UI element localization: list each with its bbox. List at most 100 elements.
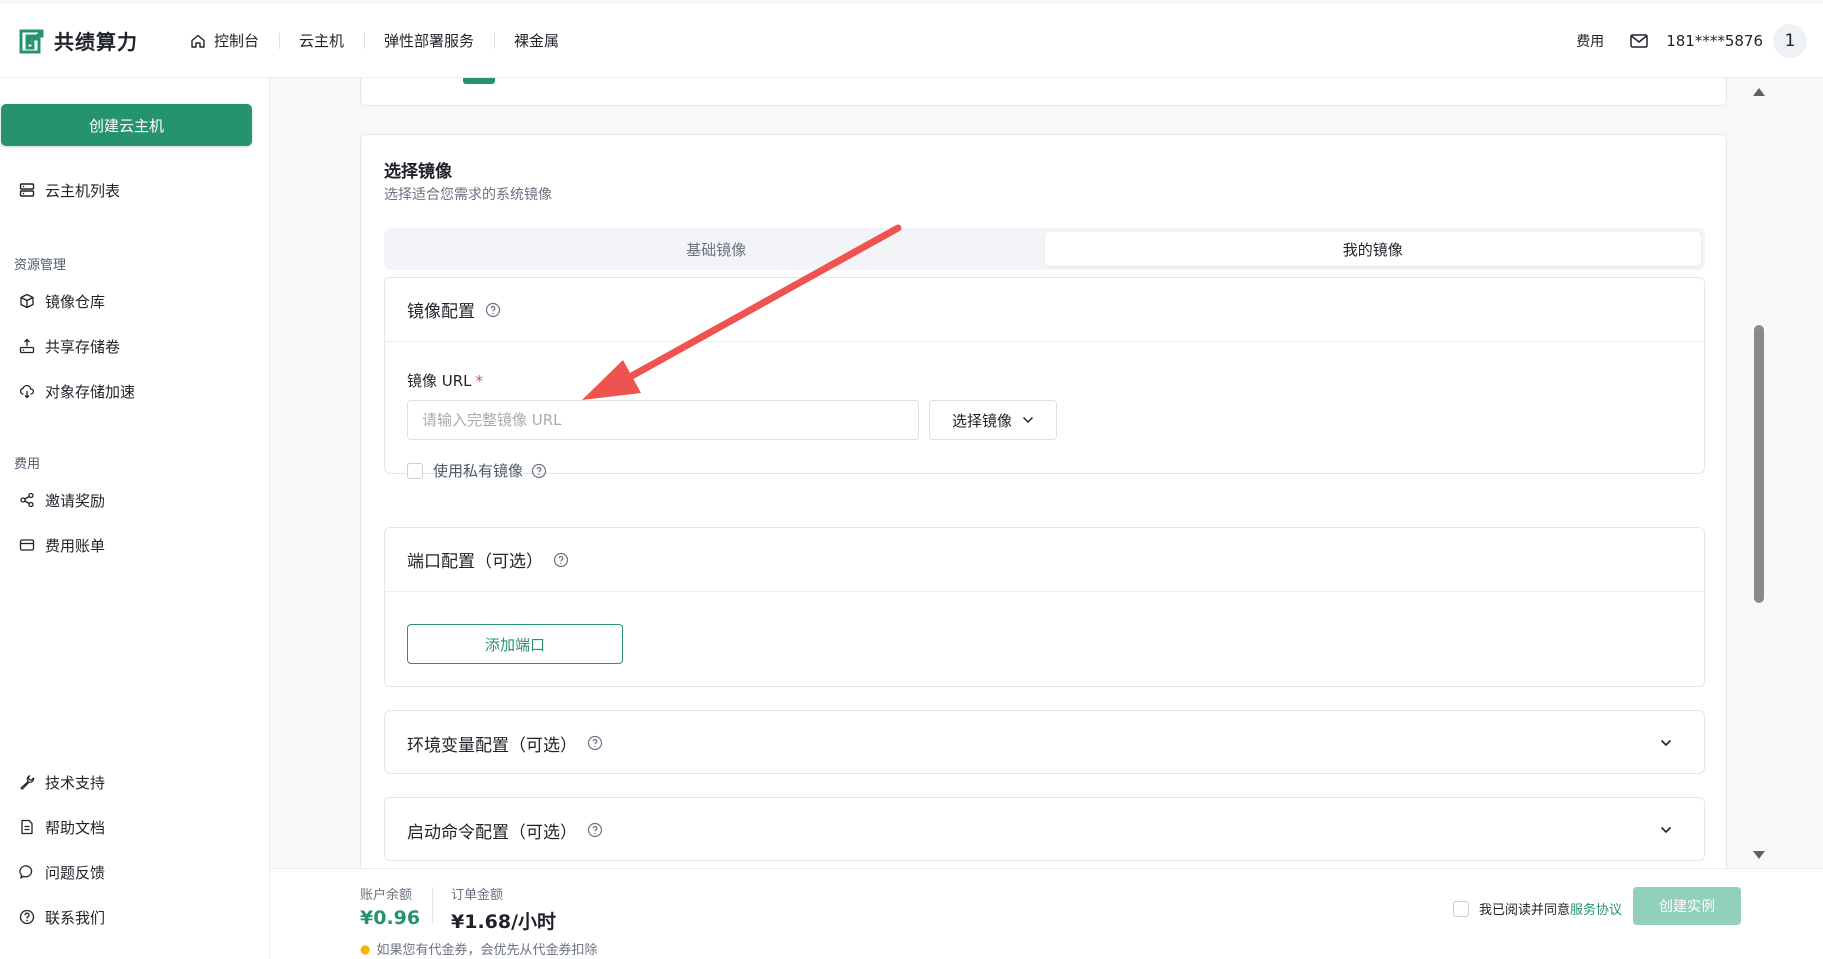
order-label: 订单金额: [451, 888, 504, 903]
summary-divider: [432, 887, 433, 923]
select-image-button[interactable]: 选择镜像: [929, 400, 1057, 440]
port-config-panel: 端口配置（可选） 添加端口: [384, 527, 1705, 687]
panel-title: 启动命令配置（可选）: [407, 822, 577, 843]
select-image-label: 选择镜像: [951, 411, 1012, 430]
create-cloud-host-button[interactable]: 创建云主机: [1, 104, 252, 146]
main-scrollbar[interactable]: [1749, 78, 1771, 868]
nav-console[interactable]: 控制台: [170, 27, 279, 55]
storage-upload-icon: [19, 338, 35, 354]
scroll-up-arrow-icon[interactable]: [1753, 88, 1765, 96]
sidebar-item-invite[interactable]: 邀请奖励: [19, 488, 105, 512]
sidebar-item-shared-storage[interactable]: 共享存储卷: [19, 334, 120, 358]
section-subtitle: 选择适合您需求的系统镜像: [384, 187, 552, 203]
scroll-down-arrow-icon[interactable]: [1753, 851, 1765, 859]
chat-bubble-icon: [19, 865, 33, 879]
voucher-tip: ● 如果您有代金券，会优先从代金券扣除: [360, 939, 598, 959]
sidebar-item-label: 帮助文档: [45, 818, 106, 837]
agreement-text[interactable]: 我已阅读并同意: [1479, 899, 1570, 918]
image-config-header: 镜像配置: [385, 278, 1704, 342]
nav-cloud-host[interactable]: 云主机: [279, 27, 364, 55]
credit-card-icon: [19, 539, 35, 551]
help-icon[interactable]: [587, 735, 603, 751]
wrench-icon: [20, 775, 35, 790]
startup-command-panel[interactable]: 启动命令配置（可选）: [384, 797, 1705, 861]
sidebar-item-vm-list[interactable]: 云主机列表: [19, 178, 120, 202]
private-image-label[interactable]: 使用私有镜像: [433, 460, 523, 481]
private-image-checkbox[interactable]: [407, 462, 423, 479]
tab-my-image[interactable]: 我的镜像: [1044, 232, 1701, 266]
sidebar: 创建云主机 云主机列表 资源管理 镜像仓库 共享存储卷 对象存储加速 费用 邀请…: [0, 78, 270, 959]
balance-value: ¥0.96: [360, 907, 421, 929]
previous-section-indicator: [463, 78, 495, 84]
tab-base-image[interactable]: 基础镜像: [388, 232, 1045, 266]
image-url-label: 镜像 URL *: [407, 372, 484, 390]
sidebar-item-bills[interactable]: 费用账单: [19, 533, 105, 557]
help-icon[interactable]: [531, 463, 547, 479]
env-config-panel[interactable]: 环境变量配置（可选）: [384, 710, 1705, 774]
lightbulb-icon: ●: [360, 941, 371, 956]
previous-section-card: [360, 78, 1727, 106]
service-agreement-link[interactable]: 服务协议: [1570, 899, 1622, 918]
agreement-checkbox[interactable]: [1453, 900, 1469, 917]
nav-bare-metal[interactable]: 裸金属: [494, 27, 579, 55]
balance-label: 账户余额: [360, 888, 413, 903]
panel-title: 端口配置（可选）: [407, 552, 543, 572]
main-nav: 控制台 云主机 弹性部署服务 裸金属: [170, 4, 579, 77]
agreement-option: 我已阅读并同意 服务协议: [1453, 899, 1622, 918]
help-icon[interactable]: [553, 552, 569, 568]
sidebar-item-label: 技术支持: [45, 773, 106, 792]
sidebar-item-contact[interactable]: 联系我们: [19, 905, 105, 929]
nav-console-label: 控制台: [214, 32, 260, 50]
sidebar-section-fees: 费用: [14, 457, 41, 472]
image-url-input[interactable]: [407, 400, 919, 440]
fee-link[interactable]: 费用: [1576, 31, 1604, 51]
section-title: 选择镜像: [384, 162, 452, 182]
add-port-button[interactable]: 添加端口: [407, 624, 623, 664]
port-config-header: 端口配置（可选）: [385, 528, 1704, 592]
help-circle-icon: [19, 909, 35, 925]
sidebar-item-image-repo[interactable]: 镜像仓库: [19, 289, 105, 313]
top-navigation-bar: 共绩算力 控制台 云主机 弹性部署服务 裸金属 费用 181****5876 1: [0, 4, 1823, 78]
order-summary-bar: 账户余额 ¥0.96 订单金额 ¥1.68/小时 ● 如果您有代金券，会优先从代…: [270, 868, 1823, 959]
account-balance: 账户余额 ¥0.96: [360, 884, 420, 929]
user-phone[interactable]: 181****5876: [1666, 32, 1763, 50]
server-icon: [19, 183, 35, 197]
nav-cloud-host-label: 云主机: [299, 32, 345, 50]
help-icon[interactable]: [485, 302, 501, 318]
private-image-option: 使用私有镜像: [407, 460, 547, 481]
brand-name: 共绩算力: [54, 30, 138, 54]
image-config-panel: 镜像配置 镜像 URL* 选择镜像 使用私有镜像: [384, 277, 1705, 480]
sidebar-item-support[interactable]: 技术支持: [19, 770, 105, 794]
cloud-download-icon: [19, 384, 35, 399]
nav-elastic-deploy[interactable]: 弹性部署服务: [364, 27, 494, 55]
avatar[interactable]: 1: [1773, 23, 1807, 58]
startup-command-header[interactable]: 启动命令配置（可选）: [385, 798, 1704, 862]
sidebar-item-docs[interactable]: 帮助文档: [19, 815, 105, 839]
create-instance-button[interactable]: 创建实例: [1633, 887, 1741, 925]
brand-logo[interactable]: 共绩算力: [18, 26, 138, 55]
mail-icon[interactable]: [1630, 33, 1648, 48]
sidebar-item-label: 镜像仓库: [45, 292, 106, 311]
home-icon: [191, 34, 205, 48]
chevron-down-icon[interactable]: [1660, 826, 1672, 834]
sidebar-item-label: 联系我们: [45, 908, 106, 927]
cube-icon: [20, 293, 34, 309]
sidebar-item-feedback[interactable]: 问题反馈: [19, 860, 105, 884]
env-config-header[interactable]: 环境变量配置（可选）: [385, 711, 1704, 775]
share-icon: [20, 492, 34, 508]
panel-title: 镜像配置: [407, 302, 475, 322]
sidebar-item-object-storage[interactable]: 对象存储加速: [19, 379, 135, 403]
sidebar-item-label: 云主机列表: [45, 181, 121, 200]
order-value: ¥1.68/小时: [451, 911, 557, 933]
sidebar-section-resources: 资源管理: [14, 258, 67, 273]
order-amount: 订单金额 ¥1.68/小时: [451, 884, 556, 934]
scrollbar-thumb[interactable]: [1754, 325, 1764, 603]
sidebar-item-label: 费用账单: [45, 536, 106, 555]
document-icon: [21, 819, 33, 835]
chevron-down-icon: [1022, 416, 1034, 424]
nav-elastic-deploy-label: 弹性部署服务: [384, 32, 475, 50]
brand-logo-icon: [19, 29, 44, 53]
chevron-down-icon[interactable]: [1660, 739, 1672, 747]
sidebar-item-label: 邀请奖励: [45, 491, 106, 510]
help-icon[interactable]: [587, 822, 603, 838]
